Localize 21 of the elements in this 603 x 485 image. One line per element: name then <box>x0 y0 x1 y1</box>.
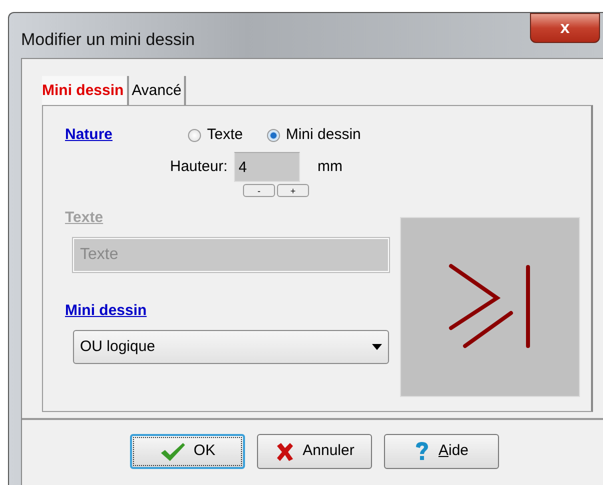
text-label: Texte <box>65 208 104 228</box>
checkmark-icon <box>160 442 186 462</box>
increment-button[interactable]: + <box>277 184 309 197</box>
nature-label: Nature <box>65 124 114 145</box>
close-button[interactable]: x <box>530 13 600 43</box>
height-label: Hauteur: <box>170 156 228 177</box>
dialog-button[interactable]: OK <box>130 434 245 469</box>
unit-label: mm <box>318 156 343 177</box>
dialog-button[interactable]: Aide <box>384 434 499 469</box>
window-title: Modifier un mini dessin <box>21 29 195 51</box>
radio-option[interactable]: Mini dessin <box>266 124 361 146</box>
dropdown-arrow-icon <box>372 344 382 350</box>
mini-drawing-label: Mini dessin <box>65 300 147 320</box>
question-mark-icon <box>414 440 430 462</box>
cross-icon <box>274 442 295 462</box>
mini-drawing-dropdown[interactable]: OU logique <box>73 330 389 364</box>
tab[interactable]: Mini dessin <box>42 76 129 105</box>
dialog-button[interactable]: Annuler <box>257 434 372 469</box>
radio-option[interactable]: Texte <box>188 124 243 146</box>
height-field[interactable]: 4 <box>234 152 300 182</box>
decrement-button[interactable]: - <box>243 184 275 197</box>
